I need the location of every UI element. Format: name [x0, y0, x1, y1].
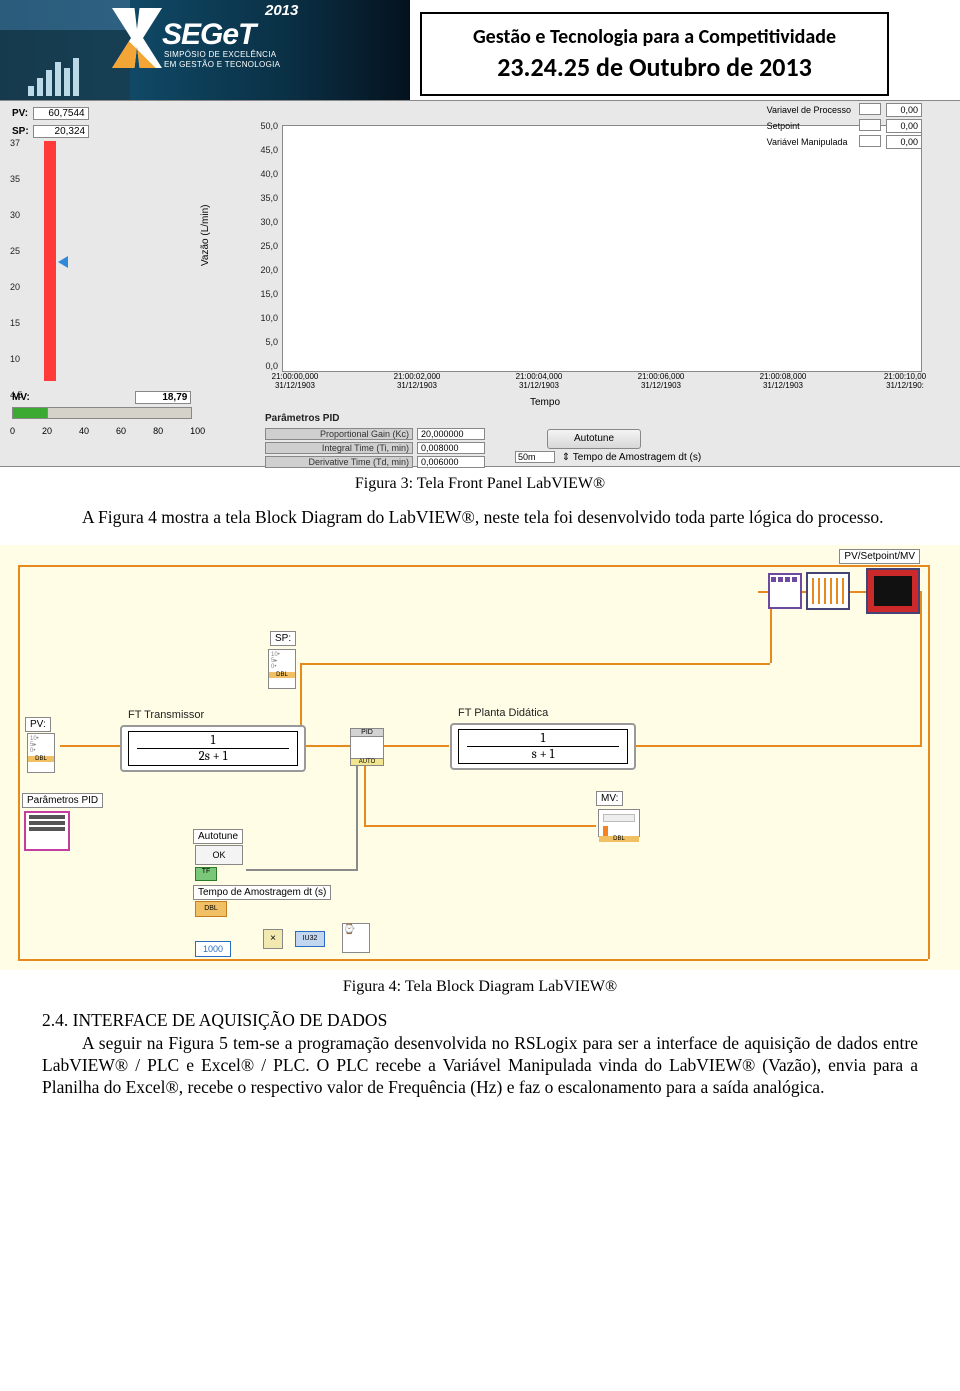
bd-sp-label: SP:: [270, 631, 296, 646]
sp-marker-icon[interactable]: [58, 256, 68, 268]
pid-auto: AUTO: [350, 758, 384, 766]
bundle-icon: [768, 573, 802, 609]
multiply-icon: ×: [263, 929, 283, 949]
trend-chart[interactable]: [282, 125, 922, 372]
tf2-title: FT Planta Didática: [458, 707, 548, 719]
pid-td-value[interactable]: 0,006000: [417, 456, 485, 468]
sp-value[interactable]: 20,324: [33, 125, 89, 138]
pv-slider-input[interactable]: 10•5▸0• DBL: [27, 733, 55, 773]
bar-decoration: [28, 58, 79, 96]
pid-title: Parâmetros PID: [265, 413, 339, 424]
tf1-num: 1: [137, 734, 289, 747]
tf1-den: 2s + 1: [137, 750, 289, 763]
iu32-cast-icon: IU32: [295, 931, 325, 947]
figure4-caption: Figura 4: Tela Block Diagram LabVIEW®: [0, 978, 960, 996]
pid-ti-label: Integral Time (Ti, min): [265, 442, 413, 454]
pid-block-icon: AUTO: [350, 728, 384, 766]
tf-transmitter: FT Transmissor 1 2s + 1: [120, 725, 306, 772]
paragraph-2: A seguir na Figura 5 tem-se a programaçã…: [42, 1033, 918, 1099]
x-scale: 21:00:00,00031/12/1903 21:00:02,00031/12…: [260, 373, 940, 391]
autotune-tf: TF: [195, 867, 217, 881]
brand-sub2: EM GESTÃO E TECNOLOGIA: [164, 60, 280, 69]
y-scale: 50,045,0 40,035,0 30,025,0 20,015,0 10,0…: [250, 121, 278, 385]
sample-time-value[interactable]: 50m: [515, 451, 555, 463]
pv-value[interactable]: 60,7544: [33, 107, 89, 120]
conference-title: Gestão e Tecnologia para a Competitivida…: [473, 25, 836, 49]
pid-ti-value[interactable]: 0,008000: [417, 442, 485, 454]
bd-amost-label: Tempo de Amostragem dt (s): [193, 885, 331, 900]
sample-time: 50m ⇕ Tempo de Amostragem dt (s): [515, 451, 701, 463]
banner-graphic: 2013 SEGeT SIMPÓSIO DE EXCELÊNCIA EM GES…: [0, 0, 410, 100]
pid-kc-value[interactable]: 20,000000: [417, 428, 485, 440]
bd-mv-label: MV:: [596, 791, 623, 806]
title-box: Gestão e Tecnologia para a Competitivida…: [420, 12, 889, 96]
conference-dates: 23.24.25 de Outubro de 2013: [497, 51, 812, 83]
bd-autotune-label: Autotune: [193, 829, 243, 844]
wait-clock-icon: ⌚: [342, 923, 370, 953]
page-header: 2013 SEGeT SIMPÓSIO DE EXCELÊNCIA EM GES…: [0, 0, 960, 100]
pid-param-cluster-icon: [24, 811, 70, 851]
section-2-4-heading: 2.4. INTERFACE DE AQUISIÇÃO DE DADOS: [42, 1010, 918, 1031]
tf-plant: FT Planta Didática 1 s + 1: [450, 723, 636, 770]
pv-label: PV:: [12, 108, 28, 119]
waveform-graph-icon: [806, 572, 850, 610]
bd-top-label: PV/Setpoint/MV: [839, 549, 920, 564]
sp-slider-input[interactable]: 10•5▸0• DBL: [268, 649, 296, 689]
autotune-control[interactable]: OK TF: [195, 845, 255, 881]
autotune-ok[interactable]: OK: [195, 845, 243, 865]
sample-time-label: Tempo de Amostragem dt (s): [573, 452, 701, 463]
sp-label: SP:: [12, 126, 29, 137]
mv-value[interactable]: 18,79: [135, 391, 191, 404]
mv-scale: 020 4060 80100: [10, 426, 205, 436]
labview-block-diagram: PV/Setpoint/MV SP: 10•5▸0• DBL PV: 10•5▸…: [0, 545, 960, 970]
sample-time-control[interactable]: DBL: [195, 901, 227, 917]
year-badge: 2013: [265, 2, 298, 19]
brand-title: SEGeT: [162, 18, 255, 52]
tf2-num: 1: [467, 732, 619, 745]
pid-parameters: Parâmetros PID Proportional Gain (Kc) 20,…: [265, 413, 775, 465]
bd-param-label: Parâmetros PID: [22, 793, 103, 808]
dbl-icon: DBL: [195, 901, 227, 917]
pid-td-label: Derivative Time (Td, min): [265, 456, 413, 468]
autotune-button[interactable]: Autotune: [547, 429, 641, 449]
brand-sub1: SIMPÓSIO DE EXCELÊNCIA: [164, 50, 276, 59]
bd-pv-label: PV:: [25, 717, 51, 732]
pid-kc-label: Proportional Gain (Kc): [265, 428, 413, 440]
mv-readout: MV: 18,79: [12, 391, 191, 404]
waveform-chart-icon: [866, 568, 920, 614]
pv-bar-indicator: [44, 141, 56, 381]
vertical-scale: 3735 3025 2015 104,5: [10, 139, 23, 427]
figure3-caption: Figura 3: Tela Front Panel LabVIEW®: [0, 475, 960, 493]
brand-subtitle: SIMPÓSIO DE EXCELÊNCIA EM GESTÃO E TECNO…: [164, 50, 280, 69]
tf1-title: FT Transmissor: [128, 709, 204, 721]
mv-bar-fill: [12, 407, 48, 419]
labview-front-panel: PV: 60,7544 SP: 20,324 3735 3025 2015 10…: [0, 100, 960, 467]
mv-slider-indicator: DBL: [598, 809, 640, 837]
x-axis-label: Tempo: [530, 397, 560, 408]
tf2-den: s + 1: [467, 748, 619, 761]
y-axis-label: Vazão (L/min): [200, 204, 211, 266]
paragraph-1: A Figura 4 mostra a tela Block Diagram d…: [42, 507, 918, 529]
constant-1000: 1000: [195, 941, 231, 957]
mv-label: MV:: [12, 392, 30, 403]
chart-legend: Variavel de Processo0,00 Setpoint0,00 Va…: [762, 101, 924, 151]
pv-sp-readout: PV: 60,7544 SP: 20,324: [12, 103, 197, 139]
